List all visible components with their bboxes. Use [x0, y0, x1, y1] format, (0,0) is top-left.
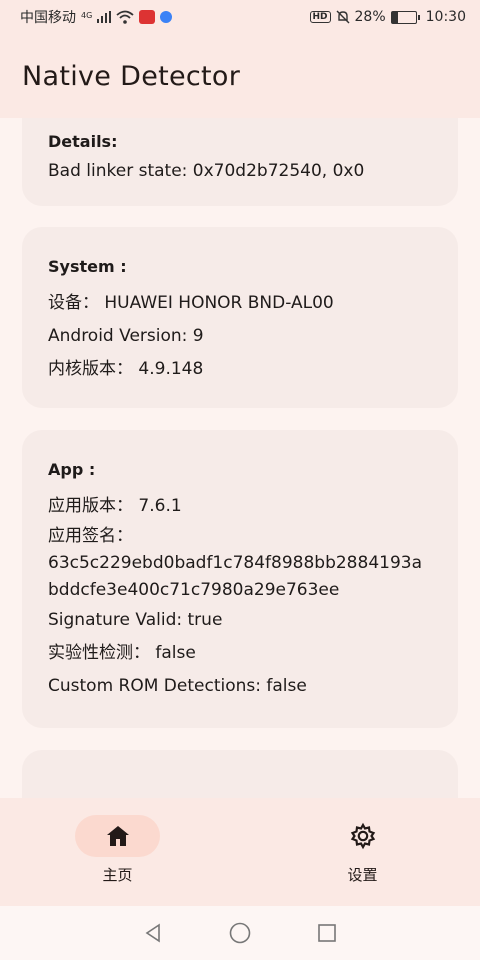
signature-valid-line: Signature Valid: true [48, 610, 223, 630]
details-line: Bad linker state: 0x70d2b72540, 0x0 [48, 161, 365, 181]
android-version-line: Android Version: 9 [48, 326, 204, 346]
status-bar: 中国移动 4G HD 28% 10:30 [0, 0, 480, 34]
battery-icon [390, 10, 420, 24]
next-card [22, 750, 458, 798]
system-card: System : 设备： HUAWEI HONOR BND-AL00 Andro… [22, 227, 458, 408]
carrier-name: 中国移动 [20, 10, 76, 26]
notification-app-icon [139, 10, 156, 24]
details-card: Details: Bad linker state: 0x70d2b72540,… [22, 118, 458, 206]
status-right: HD 28% 10:30 [309, 9, 466, 25]
home-icon [106, 826, 129, 846]
signal-icon [97, 11, 112, 23]
system-title: System : [48, 257, 127, 276]
details-title: Details: [48, 132, 118, 151]
nav-item-settings[interactable]: 设置 [240, 798, 480, 906]
app-bar: Native Detector [0, 34, 480, 118]
signature-label: 应用签名： [48, 526, 133, 546]
settings-icon [350, 822, 375, 850]
page-title: Native Detector [22, 60, 241, 92]
wifi-icon [116, 10, 134, 24]
custom-rom-line: Custom ROM Detections: false [48, 676, 307, 696]
app-card: App : 应用版本： 7.6.1 应用签名： 63c5c229ebd0badf… [22, 430, 458, 728]
status-left: 中国移动 4G [20, 7, 173, 27]
app-version-line: 应用版本： 7.6.1 [48, 496, 182, 516]
recents-icon[interactable] [316, 922, 338, 944]
nav-item-home[interactable]: 主页 [0, 798, 240, 906]
mute-icon [336, 10, 350, 24]
signature-value: 63c5c229ebd0badf1c784f8988bb2884193abddc… [48, 553, 422, 600]
nav-settings-icon-wrap [320, 815, 405, 857]
clock: 10:30 [425, 9, 466, 25]
network-type: 4G [81, 11, 93, 20]
experimental-line: 实验性检测： false [48, 643, 196, 663]
kernel-version-line: 内核版本： 4.9.148 [48, 359, 204, 379]
home-circle-icon[interactable] [228, 921, 252, 945]
hd-icon: HD [309, 11, 331, 23]
nav-home-label: 主页 [102, 866, 133, 884]
device-line: 设备： HUAWEI HONOR BND-AL00 [48, 293, 334, 313]
content-scroll[interactable]: Details: Bad linker state: 0x70d2b72540,… [0, 118, 480, 798]
battery-percent: 28% [354, 9, 386, 25]
notification-dot-icon [160, 11, 173, 23]
app-title: App : [48, 460, 96, 479]
nav-settings-label: 设置 [347, 866, 378, 884]
nav-home-indicator [75, 815, 160, 857]
back-icon[interactable] [142, 922, 164, 944]
bottom-nav: 主页 设置 [0, 798, 480, 906]
system-nav-bar [0, 906, 480, 960]
